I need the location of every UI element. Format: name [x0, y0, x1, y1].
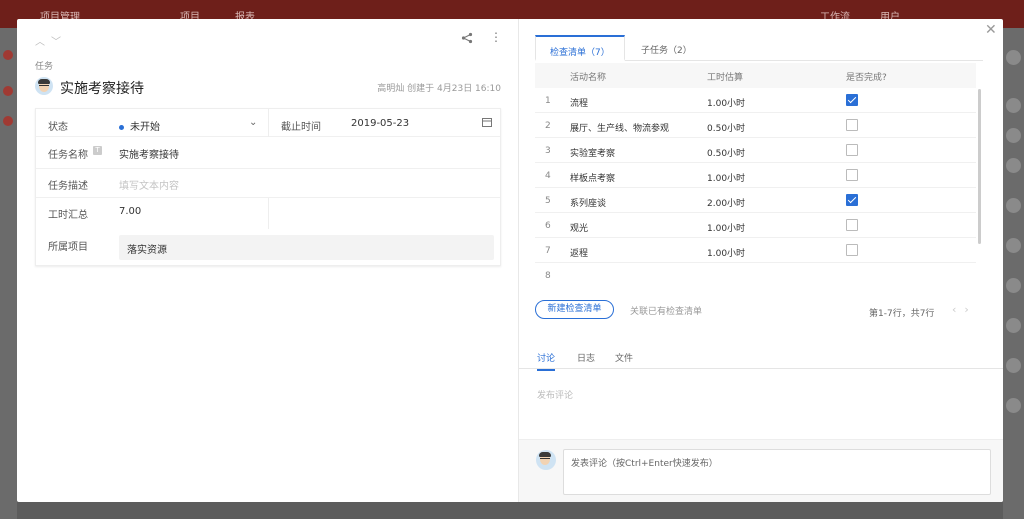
done-checkbox[interactable]	[846, 169, 858, 181]
background-left-rail	[0, 28, 17, 519]
project-field[interactable]: 落实资源	[119, 235, 494, 260]
activity-tabs: 讨论 日志 文件	[519, 345, 1003, 371]
table-row[interactable]: 6 观光 1.00小时	[535, 213, 976, 238]
calendar-icon[interactable]	[482, 117, 492, 127]
done-checkbox[interactable]	[846, 194, 858, 206]
table-row[interactable]: 7 返程 1.00小时	[535, 238, 976, 263]
tab-files[interactable]: 文件	[615, 351, 633, 364]
new-checklist-button[interactable]: 新建检查清单	[535, 300, 614, 319]
activity-name: 流程	[570, 99, 589, 109]
status-dot-icon	[119, 124, 124, 130]
comment-input[interactable]: 发表评论（按Ctrl+Enter快速发布）	[563, 449, 991, 495]
table-row[interactable]: 1 流程 1.00小时	[535, 88, 976, 113]
activity-name: 展厅、生产线、物流参观	[570, 124, 670, 134]
col-done: 是否完成?	[846, 73, 887, 83]
link-checklist-link[interactable]: 关联已有检查清单	[630, 304, 702, 317]
comment-avatar	[536, 450, 556, 470]
activity-hours: 0.50小时	[707, 149, 746, 159]
activity-hours: 1.00小时	[707, 224, 746, 234]
activity-name: 返程	[570, 249, 589, 259]
more-icon[interactable]: ⋮	[490, 31, 502, 43]
col-hours: 工时估算	[707, 73, 744, 83]
desc-field[interactable]: 填写文本内容	[119, 177, 179, 192]
background-bottom	[17, 502, 1003, 519]
activity-hours: 1.00小时	[707, 99, 746, 109]
tab-subtasks[interactable]: 子任务（2）	[627, 35, 706, 61]
comment-bar: 发表评论（按Ctrl+Enter快速发布）	[519, 439, 1003, 502]
row-number: 5	[545, 196, 551, 206]
row-number: 3	[545, 146, 551, 156]
name-label: 任务名称	[48, 150, 88, 161]
task-form: 状态 未开始 ⌄ 截止时间 2019-05-23 任务名称 T 实施考察接待 任务…	[35, 108, 501, 266]
status-label: 状态	[48, 122, 68, 133]
status-select[interactable]: 未开始 ⌄	[119, 117, 259, 133]
row-number: 1	[545, 96, 551, 106]
tab-bar: 检查清单（7） 子任务（2）	[535, 35, 983, 61]
table-header: 活动名称 工时估算 是否完成?	[535, 63, 976, 88]
checklist-panel: ✕ 检查清单（7） 子任务（2） 活动名称 工时估算 是否完成? 1 流程 1.00…	[518, 19, 1003, 502]
page-title: 实施考察接待	[60, 81, 144, 97]
activity-hours: 1.00小时	[707, 174, 746, 184]
table-row-empty[interactable]: 8	[535, 263, 976, 288]
activity-hours: 2.00小时	[707, 199, 746, 209]
table-row[interactable]: 2 展厅、生产线、物流参观 0.50小时	[535, 113, 976, 138]
form-row-desc: 任务描述 填写文本内容	[36, 169, 500, 198]
row-number: 8	[545, 271, 551, 281]
project-label: 所属项目	[48, 242, 88, 253]
pager-arrows-icon[interactable]: ‹›	[952, 303, 977, 316]
checklist-scrollbar[interactable]	[978, 89, 981, 244]
activity-name: 系列座谈	[570, 199, 607, 209]
col-activity: 活动名称	[570, 73, 607, 83]
share-icon[interactable]	[461, 32, 473, 44]
done-checkbox[interactable]	[846, 244, 858, 256]
created-meta: 高明灿 创建于 4月23日 16:10	[377, 84, 501, 94]
row-number: 7	[545, 246, 551, 256]
deadline-label: 截止时间	[281, 122, 321, 133]
task-type-label: 任务	[35, 62, 54, 72]
table-row[interactable]: 3 实验室考察 0.50小时	[535, 138, 976, 163]
activity-hours: 0.50小时	[707, 124, 746, 134]
task-detail-modal: ︿﹀ ⋮ 任务 实施考察接待 高明灿 创建于 4月23日 16:10 状态 未开…	[17, 19, 1003, 502]
task-info-panel: ︿﹀ ⋮ 任务 实施考察接待 高明灿 创建于 4月23日 16:10 状态 未开…	[17, 19, 518, 502]
comment-hint: 发布评论	[537, 391, 574, 401]
desc-label: 任务描述	[48, 181, 88, 192]
close-icon[interactable]: ✕	[985, 22, 997, 38]
tab-discussion[interactable]: 讨论	[537, 351, 556, 371]
chevron-down-icon: ⌄	[249, 117, 258, 128]
done-checkbox[interactable]	[846, 119, 858, 131]
row-number: 6	[545, 221, 551, 231]
avatar	[35, 77, 53, 95]
done-checkbox[interactable]	[846, 144, 858, 156]
hours-label: 工时汇总	[48, 210, 88, 221]
text-type-icon: T	[93, 146, 102, 155]
row-number: 2	[545, 121, 551, 131]
activity-hours: 1.00小时	[707, 249, 746, 259]
row-number: 4	[545, 171, 551, 181]
done-checkbox[interactable]	[846, 219, 858, 231]
prev-next-icon[interactable]: ︿﹀	[35, 33, 67, 48]
form-row-name: 任务名称 T 实施考察接待	[36, 137, 500, 169]
hours-value: 7.00	[119, 206, 142, 217]
table-row[interactable]: 5 系列座谈 2.00小时	[535, 188, 976, 213]
activity-name: 样板点考察	[570, 174, 616, 184]
pager-text: 第1-7行，共7行	[869, 309, 935, 319]
tab-checklist[interactable]: 检查清单（7）	[535, 35, 625, 61]
done-checkbox[interactable]	[846, 94, 858, 106]
activity-name: 实验室考察	[570, 149, 616, 159]
tab-log[interactable]: 日志	[577, 351, 595, 364]
deadline-field[interactable]: 2019-05-23	[351, 118, 409, 129]
activity-name: 观光	[570, 224, 589, 234]
table-row[interactable]: 4 样板点考察 1.00小时	[535, 163, 976, 188]
background-right-rail	[1003, 28, 1024, 519]
name-field[interactable]: 实施考察接待	[119, 146, 179, 161]
